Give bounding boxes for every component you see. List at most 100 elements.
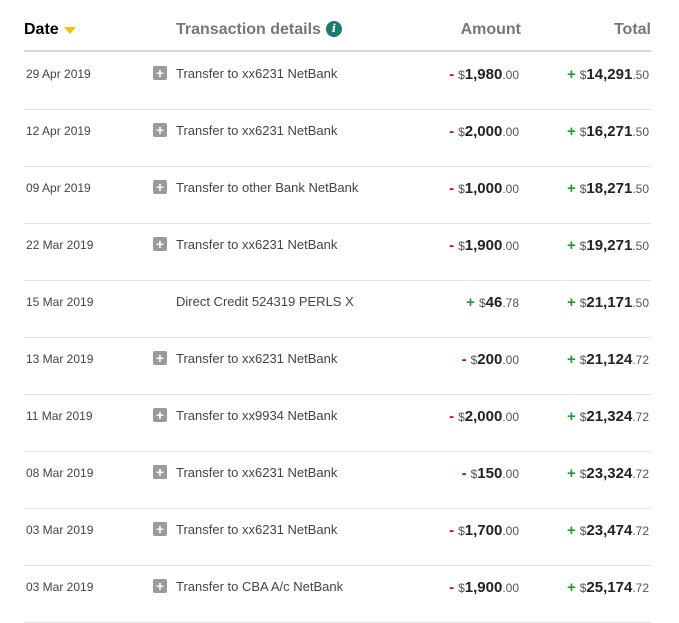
total-dollars: 21,324 <box>586 408 633 425</box>
total-cents: .50 <box>632 68 649 82</box>
details-column-header: Transaction details <box>176 21 321 38</box>
transaction-description: Transfer to xx6231 NetBank <box>176 237 338 252</box>
transaction-amount: - $2,000.00 <box>449 123 519 140</box>
currency-symbol: $ <box>458 524 465 538</box>
total-dollars: 16,271 <box>586 123 633 140</box>
transaction-amount: - $2,000.00 <box>449 408 519 425</box>
amount-sign: - <box>449 237 455 254</box>
table-row[interactable]: 15 Mar 2019 Direct Credit 524319 PERLS X +… <box>24 280 651 338</box>
amount-sign: + <box>466 294 475 311</box>
table-row[interactable]: 03 Mar 2019 + Transfer to xx6231 NetBank - $… <box>24 508 651 566</box>
transaction-amount: - $200.00 <box>462 351 519 368</box>
transactions-table: Date Transaction details i Amount Total … <box>0 0 679 623</box>
transaction-date: 03 Mar 2019 <box>26 523 94 537</box>
transaction-description: Transfer to xx6231 NetBank <box>176 66 338 81</box>
transaction-date: 11 Mar 2019 <box>26 409 93 423</box>
amount-sign: - <box>449 180 455 197</box>
expand-plus-icon[interactable]: + <box>153 465 167 479</box>
table-row[interactable]: 29 Apr 2019 + Transfer to xx6231 NetBank - $… <box>24 52 651 110</box>
expand-plus-icon[interactable]: + <box>153 522 167 536</box>
total-dollars: 21,124 <box>586 351 633 368</box>
amount-cents: .00 <box>502 125 519 139</box>
transaction-description: Direct Credit 524319 PERLS X <box>176 294 354 309</box>
total-sign: + <box>566 180 576 197</box>
expand-plus-icon[interactable]: + <box>153 351 167 365</box>
expand-plus-icon[interactable]: + <box>153 123 167 137</box>
amount-cents: .00 <box>502 68 519 82</box>
amount-dollars: 1,980 <box>464 66 503 83</box>
currency-symbol: $ <box>458 239 465 253</box>
total-dollars: 19,271 <box>586 237 633 254</box>
transaction-amount: - $1,900.00 <box>449 579 519 596</box>
info-icon[interactable]: i <box>326 21 342 37</box>
transaction-description: Transfer to xx6231 NetBank <box>176 351 338 366</box>
table-row[interactable]: 08 Mar 2019 + Transfer to xx6231 NetBank - $… <box>24 451 651 509</box>
amount-sign: - <box>461 465 467 482</box>
table-row[interactable]: 12 Apr 2019 + Transfer to xx6231 NetBank - $… <box>24 109 651 167</box>
amount-cents: .00 <box>502 467 519 481</box>
running-total: + $25,174.72 <box>567 579 649 596</box>
transaction-description: Transfer to xx6231 NetBank <box>176 522 338 537</box>
total-column-header: Total <box>613 21 651 38</box>
transaction-description: Transfer to xx6231 NetBank <box>176 465 338 480</box>
table-row[interactable]: 03 Mar 2019 + Transfer to CBA A/c NetBank -… <box>24 565 651 623</box>
table-row[interactable]: 09 Apr 2019 + Transfer to other Bank NetBa… <box>24 166 651 224</box>
transaction-amount: - $1,000.00 <box>449 180 519 197</box>
running-total: + $21,171.50 <box>567 294 649 311</box>
transaction-date: 12 Apr 2019 <box>26 124 91 138</box>
amount-dollars: 150 <box>477 465 503 482</box>
sort-descending-icon[interactable] <box>64 27 76 34</box>
transaction-amount: + $46.78 <box>466 294 519 311</box>
total-cents: .72 <box>632 467 649 481</box>
currency-symbol: $ <box>458 68 465 82</box>
amount-sign: - <box>449 579 455 596</box>
total-cents: .72 <box>632 524 649 538</box>
transaction-date: 29 Apr 2019 <box>26 67 91 81</box>
table-row[interactable]: 13 Mar 2019 + Transfer to xx6231 NetBank - $… <box>24 337 651 395</box>
total-dollars: 23,474 <box>586 522 633 539</box>
running-total: + $19,271.50 <box>567 237 649 254</box>
amount-sign: - <box>449 522 455 539</box>
total-dollars: 25,174 <box>586 579 633 596</box>
transaction-description: Transfer to CBA A/c NetBank <box>176 579 344 594</box>
table-row[interactable]: 11 Mar 2019 + Transfer to xx9934 NetBank - $… <box>24 394 651 452</box>
expand-plus-icon[interactable]: + <box>153 66 167 80</box>
total-dollars: 18,271 <box>586 180 633 197</box>
amount-dollars: 200 <box>477 351 503 368</box>
total-sign: + <box>566 465 576 482</box>
amount-dollars: 2,000 <box>464 408 503 425</box>
expand-plus-icon[interactable]: + <box>153 408 167 422</box>
transaction-description: Transfer to other Bank NetBank <box>176 180 359 195</box>
total-sign: + <box>566 408 576 425</box>
transaction-date: 13 Mar 2019 <box>26 352 94 366</box>
total-sign: + <box>566 351 576 368</box>
transaction-date: 22 Mar 2019 <box>26 238 94 252</box>
amount-cents: .00 <box>502 182 519 196</box>
transaction-amount: - $150.00 <box>462 465 519 482</box>
total-dollars: 23,324 <box>586 465 633 482</box>
running-total: + $18,271.50 <box>567 180 649 197</box>
amount-dollars: 1,900 <box>464 237 503 254</box>
total-cents: .72 <box>632 581 649 595</box>
date-column-header[interactable]: Date <box>24 21 59 39</box>
total-cents: .50 <box>632 182 649 196</box>
transaction-description: Transfer to xx9934 NetBank <box>176 408 338 423</box>
amount-cents: .00 <box>502 410 519 424</box>
amount-dollars: 46 <box>485 294 503 311</box>
total-cents: .50 <box>632 125 649 139</box>
expand-plus-icon[interactable]: + <box>153 579 167 593</box>
amount-cents: .00 <box>502 581 519 595</box>
amount-dollars: 1,700 <box>464 522 503 539</box>
expand-plus-icon[interactable]: + <box>153 237 167 251</box>
total-cents: .50 <box>632 239 649 253</box>
total-cents: .50 <box>632 296 649 310</box>
total-sign: + <box>566 579 576 596</box>
expand-plus-icon[interactable]: + <box>153 180 167 194</box>
running-total: + $16,271.50 <box>567 123 649 140</box>
transaction-date: 09 Apr 2019 <box>26 181 91 195</box>
running-total: + $14,291.50 <box>567 66 649 83</box>
running-total: + $23,474.72 <box>567 522 649 539</box>
table-row[interactable]: 22 Mar 2019 + Transfer to xx6231 NetBank - $… <box>24 223 651 281</box>
transaction-description: Transfer to xx6231 NetBank <box>176 123 338 138</box>
amount-column-header: Amount <box>460 21 521 38</box>
